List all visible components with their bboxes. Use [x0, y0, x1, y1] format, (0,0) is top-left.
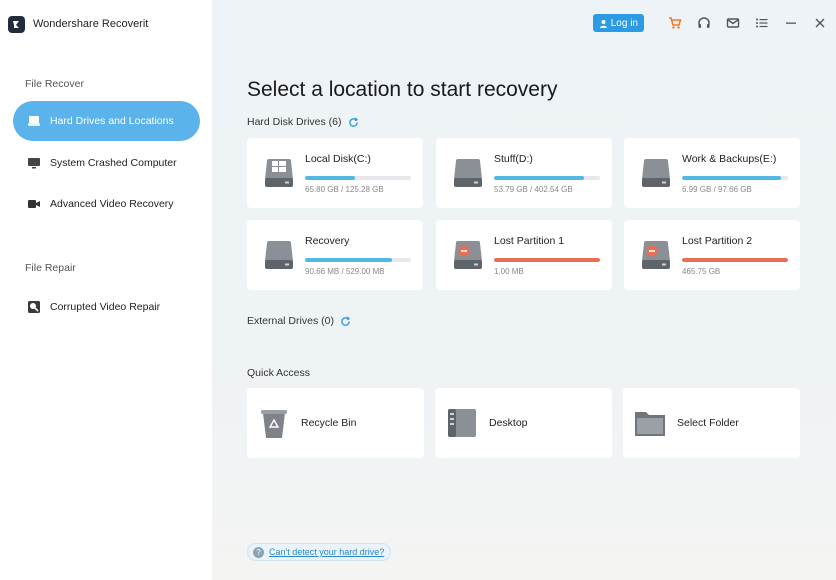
- sidebar-item-hard-drives[interactable]: Hard Drives and Locations: [13, 101, 200, 141]
- quick-access-heading-label: Quick Access: [247, 367, 311, 379]
- drive-usage-fill: [682, 258, 788, 262]
- drive-card[interactable]: Lost Partition 1 1.00 MB: [436, 220, 612, 290]
- drive-usage-bar: [682, 258, 788, 262]
- drive-usage-bar: [682, 176, 788, 180]
- recoverit-logo-icon: [8, 15, 25, 33]
- page-title: Select a location to start recovery: [247, 78, 558, 101]
- hard-drive-icon: [263, 239, 295, 271]
- app-window: Wondershare Recoverit File Recover Hard …: [0, 0, 836, 580]
- sidebar-item-label: System Crashed Computer: [50, 157, 177, 169]
- user-icon: [599, 19, 607, 28]
- hard-disk-heading-label: Hard Disk Drives (6): [247, 116, 342, 128]
- windows-drive-icon: [263, 157, 295, 189]
- close-icon[interactable]: [810, 13, 830, 33]
- drive-usage-fill: [494, 176, 585, 180]
- drive-card[interactable]: Recovery 90.66 MB / 529.00 MB: [247, 220, 423, 290]
- hard-disk-heading: Hard Disk Drives (6): [247, 116, 360, 128]
- drive-usage-fill: [682, 176, 781, 180]
- drive-usage-bar: [494, 176, 600, 180]
- hard-drive-icon: [26, 113, 42, 129]
- quick-access-label: Select Folder: [677, 417, 739, 429]
- drive-name: Lost Partition 1: [494, 235, 565, 247]
- folder-icon: [633, 406, 667, 440]
- monitor-icon: [26, 155, 42, 171]
- drive-size: 90.66 MB / 529.00 MB: [305, 267, 385, 276]
- quick-access-label: Recycle Bin: [301, 417, 357, 429]
- video-camera-icon: [26, 196, 42, 212]
- drive-usage-bar: [305, 176, 411, 180]
- drive-size: 1.00 MB: [494, 267, 524, 276]
- video-repair-icon: [26, 299, 42, 315]
- cart-icon[interactable]: [665, 13, 685, 33]
- recycle-bin-icon: [257, 406, 291, 440]
- hard-drive-icon: [452, 157, 484, 189]
- minimize-icon[interactable]: [781, 13, 801, 33]
- drive-name: Local Disk(C:): [305, 153, 371, 165]
- brand: Wondershare Recoverit: [8, 14, 148, 34]
- drive-card[interactable]: Lost Partition 2 465.75 GB: [624, 220, 800, 290]
- app-title: Wondershare Recoverit: [33, 18, 149, 30]
- lost-partition-icon: [640, 239, 672, 271]
- drive-name: Work & Backups(E:): [682, 153, 777, 165]
- drive-usage-fill: [305, 176, 355, 180]
- login-button[interactable]: Log in: [592, 14, 644, 32]
- title-bar-controls: Log in: [592, 10, 830, 36]
- lost-partition-icon: [452, 239, 484, 271]
- headset-icon[interactable]: [694, 13, 714, 33]
- drive-card[interactable]: Work & Backups(E:) 6.99 GB / 97.66 GB: [624, 138, 800, 208]
- sidebar-item-advanced-video[interactable]: Advanced Video Recovery: [13, 184, 200, 224]
- main-panel: Log in Select a location to start recove…: [212, 0, 836, 580]
- hard-drive-icon: [640, 157, 672, 189]
- refresh-icon[interactable]: [348, 116, 360, 128]
- quick-access-heading: Quick Access: [247, 367, 310, 379]
- quick-access-select-folder[interactable]: Select Folder: [623, 388, 800, 458]
- sidebar-item-label: Corrupted Video Repair: [50, 301, 161, 313]
- sidebar-item-corrupted-video-repair[interactable]: Corrupted Video Repair: [13, 287, 200, 327]
- help-link-label: Can't detect your hard drive?: [269, 547, 385, 557]
- drive-card[interactable]: Local Disk(C:) 65.80 GB / 125.28 GB: [247, 138, 423, 208]
- login-label: Log in: [610, 17, 638, 29]
- drive-usage-bar: [494, 258, 600, 262]
- external-drives-heading-label: External Drives (0): [247, 315, 334, 327]
- drive-usage-fill: [305, 258, 392, 262]
- quick-access-recycle-bin[interactable]: Recycle Bin: [247, 388, 424, 458]
- drive-card[interactable]: Stuff(D:) 53.79 GB / 402.54 GB: [436, 138, 612, 208]
- refresh-icon[interactable]: [340, 315, 352, 327]
- drive-name: Lost Partition 2: [682, 235, 753, 247]
- drive-usage-fill: [494, 258, 600, 262]
- drive-name: Stuff(D:): [494, 153, 533, 165]
- drive-name: Recovery: [305, 235, 350, 247]
- sidebar-item-label: Hard Drives and Locations: [50, 115, 174, 127]
- drive-size: 65.80 GB / 125.28 GB: [305, 185, 384, 194]
- drive-size: 53.79 GB / 402.54 GB: [494, 185, 573, 194]
- sidebar-item-system-crashed[interactable]: System Crashed Computer: [13, 143, 200, 183]
- menu-icon[interactable]: [752, 13, 772, 33]
- quick-access-label: Desktop: [489, 417, 528, 429]
- section-label-file-repair: File Repair: [25, 262, 76, 274]
- section-label-file-recover: File Recover: [25, 78, 84, 90]
- desktop-icon: [445, 406, 479, 440]
- cant-detect-drive-link[interactable]: ? Can't detect your hard drive?: [247, 543, 392, 561]
- drive-usage-bar: [305, 258, 411, 262]
- sidebar: Wondershare Recoverit File Recover Hard …: [0, 0, 212, 580]
- drive-size: 465.75 GB: [682, 267, 721, 276]
- mail-icon[interactable]: [723, 13, 743, 33]
- quick-access-desktop[interactable]: Desktop: [435, 388, 612, 458]
- external-drives-heading: External Drives (0): [247, 315, 352, 327]
- drive-size: 6.99 GB / 97.66 GB: [682, 185, 752, 194]
- question-icon: ?: [253, 546, 264, 558]
- sidebar-item-label: Advanced Video Recovery: [50, 198, 174, 210]
